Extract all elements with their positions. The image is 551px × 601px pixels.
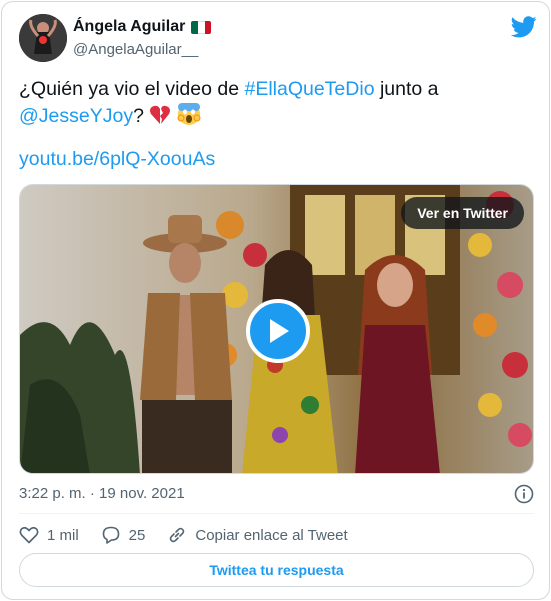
avatar[interactable] [19,14,67,62]
reply-count: 25 [128,526,146,544]
tweet-text-mid: junto a [374,78,439,100]
link-icon [170,527,185,543]
reply-button[interactable]: Twittea tu respuesta [19,553,534,587]
mexico-flag-icon [191,20,212,34]
video-thumbnail[interactable]: Ver en Twitter [19,184,534,474]
twitter-bird-icon[interactable] [511,16,537,38]
screaming-face-icon [177,103,201,125]
broken-heart-icon [150,105,171,124]
display-name[interactable]: Ángela Aguilar [73,18,185,36]
tweet-actions: 1 mil 25 Copiar enlace al Tweet [19,523,370,547]
tweet-text-end: ? [133,105,150,127]
tweet-timestamp[interactable]: 3:22 p. m. · 19 nov. 2021 [19,485,185,502]
reply-action[interactable]: 25 [101,525,146,545]
info-icon[interactable] [514,484,534,504]
tweet-text-start: ¿Quién ya vio el video de [19,78,245,100]
play-button[interactable] [246,299,310,363]
view-on-twitter-button[interactable]: Ver en Twitter [401,197,524,229]
divider [19,513,534,514]
copy-link-label: Copiar enlace al Tweet [195,526,348,544]
speech-bubble-icon [102,526,119,544]
tweet-link[interactable]: youtu.be/6plQ-XoouAs [19,148,215,171]
like-count: 1 mil [47,526,79,544]
tweet-text: ¿Quién ya vio el video de #EllaQueTeDio … [19,76,534,129]
heart-icon [19,526,39,544]
play-icon [270,319,289,343]
tweet-card: Ángela Aguilar @AngelaAguilar__ ¿Quién y… [1,1,550,600]
hashtag-link[interactable]: #EllaQueTeDio [244,78,374,100]
mention-link[interactable]: @JesseYJoy [19,105,133,127]
like-action[interactable]: 1 mil [19,525,79,545]
author-name-row[interactable]: Ángela Aguilar [73,18,212,36]
author-handle[interactable]: @AngelaAguilar__ [73,41,198,58]
copy-link-action[interactable]: Copiar enlace al Tweet [167,525,348,545]
